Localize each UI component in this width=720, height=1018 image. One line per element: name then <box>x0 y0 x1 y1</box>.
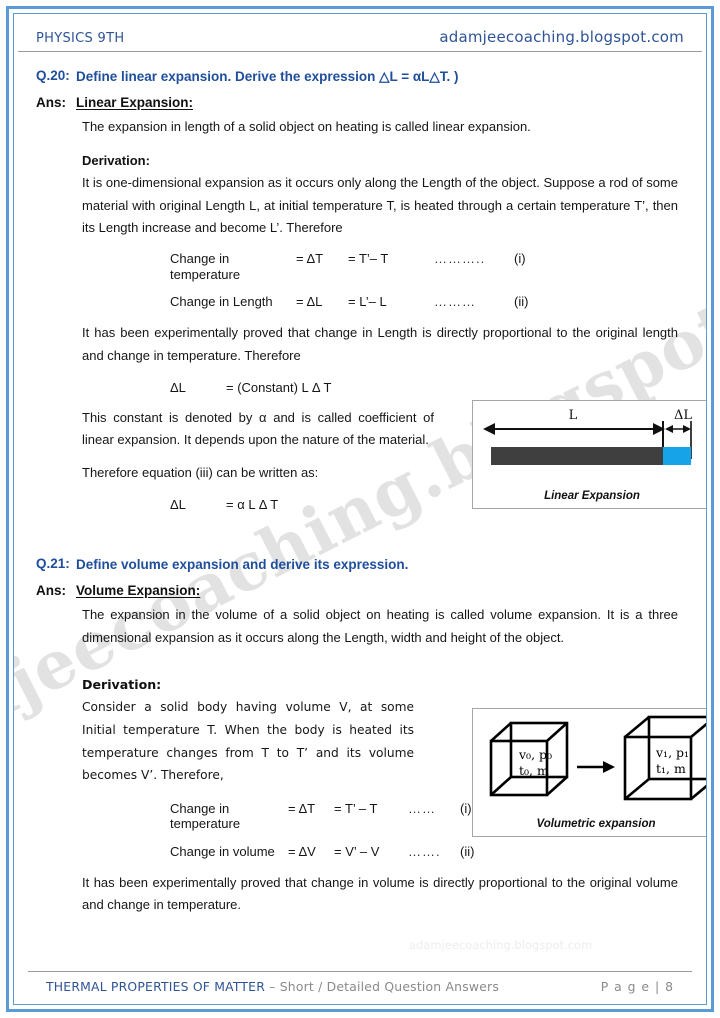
equation-number: (ii) <box>514 294 529 310</box>
equation-number: (ii) <box>460 843 475 859</box>
equation-name: Change in temperature <box>170 800 241 832</box>
answer-20-row: Ans: Linear Expansion: <box>36 95 684 110</box>
equation-rhs: = (Constant) L Δ T <box>226 379 332 395</box>
equation-row: Change in volume = ΔV = V’ – V ……. (ii) <box>36 844 684 860</box>
footer-left: THERMAL PROPERTIES OF MATTER – Short / D… <box>46 979 499 994</box>
header-website: adamjeecoaching.blogspot.com <box>439 28 684 46</box>
equation-dots: ……. <box>408 843 441 859</box>
volume-expansion-definition: The expansion in the volume of a solid o… <box>82 606 678 645</box>
page-header: PHYSICS 9TH adamjeecoaching.blogspot.com <box>18 14 702 52</box>
delta-length-label: ΔL <box>674 408 692 423</box>
answer-21-label: Ans: <box>36 582 66 598</box>
equation-lhs: ΔL <box>170 496 186 512</box>
figure-volumetric-expansion: v₀, p₀ t₀, m v₁, p₁ t₁, m Volumetric exp… <box>472 708 706 837</box>
question-21-row: Q.21: Define volume expansion and derive… <box>36 556 684 574</box>
page-frame-outer: adamjeecoaching.blogspot.com PHYSICS 9TH… <box>6 6 714 1012</box>
figure-volumetric-caption: Volumetric expansion <box>536 818 656 830</box>
question-20-text: Define linear expansion. Derive the expr… <box>76 69 459 84</box>
question-20-row: Q.20: Define linear expansion. Derive th… <box>36 68 684 86</box>
equation-dots: ……… <box>434 294 476 310</box>
linear-expansion-definition: The expansion in length of a solid objec… <box>82 119 531 135</box>
equation-name: Change in temperature <box>170 251 241 282</box>
equation-symbol: = ΔV <box>288 843 316 859</box>
q20-proof-paragraph: It has been experimentally proved that c… <box>82 325 678 363</box>
equation-name: Change in volume <box>170 843 275 859</box>
equation-row: Change in Length = ΔL = L’– L ……… (ii) <box>36 294 684 310</box>
equation-dots: …… <box>408 800 436 816</box>
answer-21-row: Ans: Volume Expansion: <box>36 583 684 598</box>
q21-derivation-heading: Derivation: <box>82 677 162 693</box>
page-frame-inner: adamjeecoaching.blogspot.com PHYSICS 9TH… <box>13 13 707 1005</box>
header-subject: PHYSICS 9TH <box>36 31 125 46</box>
q21-proof-paragraph: It has been experimentally proved that c… <box>82 874 678 913</box>
figure-linear-caption: Linear Expansion <box>544 490 640 502</box>
length-label: L <box>569 408 578 423</box>
page-footer: THERMAL PROPERTIES OF MATTER – Short / D… <box>28 971 692 994</box>
rod-body <box>491 447 663 465</box>
equation-value: = V’ – V <box>334 843 380 859</box>
large-cube-line1: v₁, p₁ <box>655 745 689 760</box>
volumetric-expansion-drawing: v₀, p₀ t₀, m v₁, p₁ t₁, m <box>489 715 706 801</box>
q21-derivation-paragraph: Consider a solid body having volume V, a… <box>82 700 414 783</box>
footer-subtitle: Short / Detailed Question Answers <box>279 979 499 994</box>
large-cube-line2: t₁, m <box>656 761 686 776</box>
answer-20-label: Ans: <box>36 95 66 111</box>
footer-chapter: THERMAL PROPERTIES OF MATTER <box>46 979 266 994</box>
question-21-label: Q.21: <box>36 555 70 571</box>
q20-equation-block: Change in temperature = ΔT = T’– T ………..… <box>36 251 684 310</box>
equation-value: = T’– T <box>348 251 389 267</box>
question-21-text: Define volume expansion and derive its e… <box>76 556 409 572</box>
answer-20-heading: Linear Expansion: <box>76 95 194 111</box>
answer-21-heading: Volume Expansion: <box>76 582 201 598</box>
equation-lhs: ΔL <box>170 379 186 395</box>
q20-constant-equation: ΔL = (Constant) L Δ T <box>36 380 684 395</box>
q20-derivation-heading: Derivation: <box>82 152 150 168</box>
equation-value: = T’ – T <box>334 800 378 816</box>
equation-symbol: = ΔL <box>296 294 323 310</box>
footer-page-number: P a g e | 8 <box>600 979 674 994</box>
q20-constant-paragraph: This constant is denoted by α and is cal… <box>82 409 434 448</box>
equation-number: (i) <box>460 800 472 816</box>
figure-linear-expansion: L ΔL Linear Expansion <box>472 400 706 509</box>
equation-rhs: = α L Δ T <box>226 496 279 512</box>
small-cube-line1: v₀, p₀ <box>518 747 552 762</box>
equation-row: Change in temperature = ΔT = T’– T ………..… <box>36 251 684 282</box>
equation-symbol: = ΔT <box>296 251 324 267</box>
rod-expansion-segment <box>663 447 691 465</box>
page-content: PHYSICS 9TH adamjeecoaching.blogspot.com… <box>14 14 706 1004</box>
watermark-small: adamjeecoaching.blogspot.com <box>409 938 593 952</box>
question-20-label: Q.20: <box>36 68 70 83</box>
equation-number: (i) <box>514 251 526 267</box>
footer-separator: – <box>265 979 280 994</box>
linear-expansion-drawing: L ΔL <box>483 408 692 465</box>
equation-value: = L’– L <box>348 294 387 310</box>
q20-derivation-paragraph: It is one-dimensional expansion as it oc… <box>82 174 678 236</box>
equation-dots: ……….. <box>434 251 486 267</box>
equation-symbol: = ΔT <box>288 800 316 816</box>
transition-arrow <box>577 761 615 773</box>
equation-name: Change in Length <box>170 294 273 310</box>
small-cube-line2: t₀, m <box>519 763 549 778</box>
